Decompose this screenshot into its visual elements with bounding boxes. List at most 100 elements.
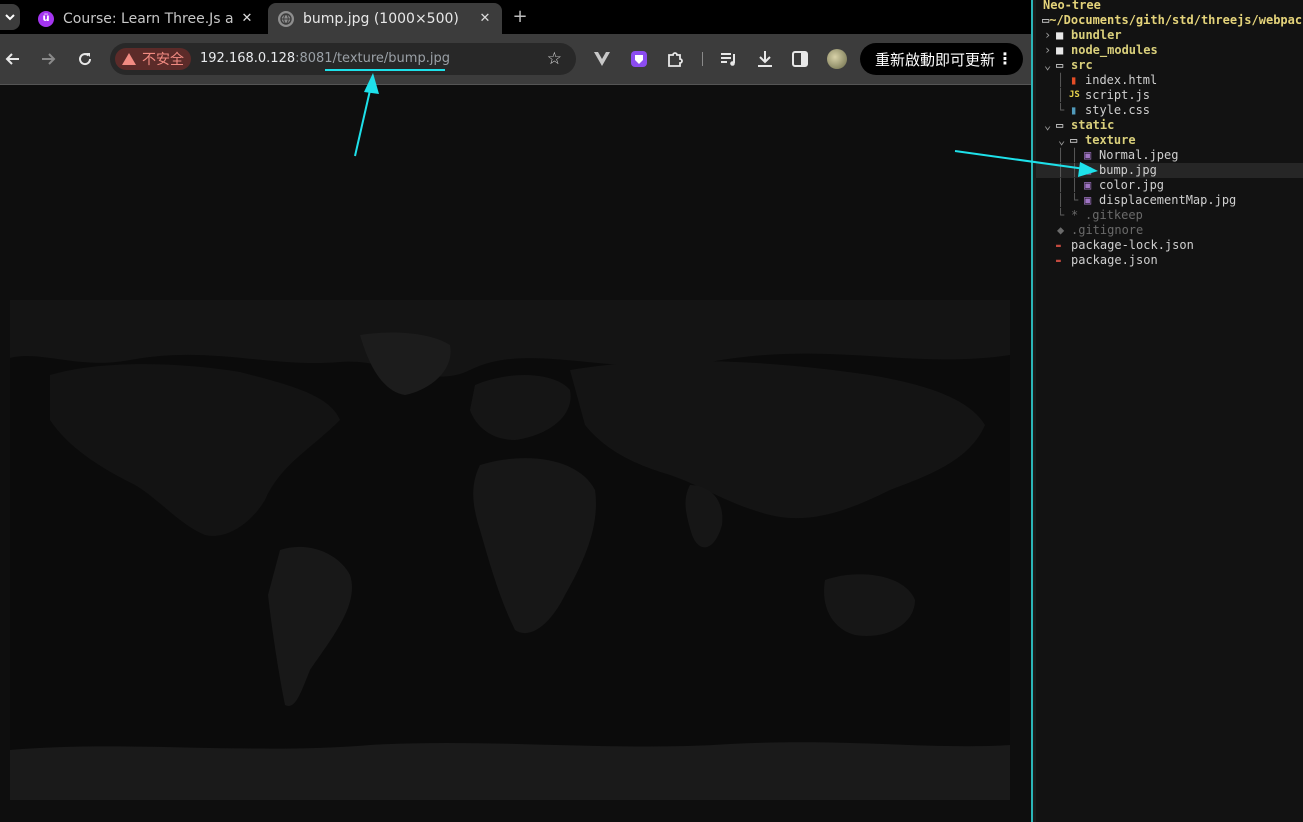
tree-item-displacementmap-jpg[interactable]: │ └ ▣ displacementMap.jpg xyxy=(1036,193,1303,208)
tree-item-label: bump.jpg xyxy=(1099,163,1157,177)
json-file-icon: ▬ xyxy=(1056,241,1061,250)
browser-toolbar: 不安全 192.168.0.128:8081/texture/bump.jpg … xyxy=(0,34,1031,85)
update-restart-label: 重新啟動即可更新 xyxy=(875,50,996,69)
git-icon: ◆ xyxy=(1057,223,1065,237)
image-file-icon: ▣ xyxy=(1084,193,1092,207)
globe-favicon-icon xyxy=(278,10,294,27)
bump-map-image xyxy=(10,300,1010,800)
shield-extension-icon[interactable] xyxy=(629,49,649,69)
json-file-icon: ▬ xyxy=(1056,256,1061,265)
browser-window: ü Course: Learn Three.Js a ✕ bump.jpg (1… xyxy=(0,0,1031,822)
not-secure-label: 不安全 xyxy=(142,52,184,68)
tree-item-label: bundler xyxy=(1071,28,1122,42)
update-restart-button[interactable]: 重新啟動即可更新 ⋮ xyxy=(860,43,1023,75)
tab-course[interactable]: ü Course: Learn Three.Js a ✕ xyxy=(28,3,264,34)
tree-item-style-css[interactable]: └ ▮ style.css xyxy=(1036,103,1303,118)
tree-item-node-modules[interactable]: › ■ node_modules xyxy=(1036,43,1303,58)
chevron-down-icon: ⌄ xyxy=(1058,133,1066,147)
tree-item-bundler[interactable]: › ■ bundler xyxy=(1036,28,1303,43)
tree-guide: │ xyxy=(1057,148,1065,162)
puzzle-extensions-icon[interactable] xyxy=(665,49,685,69)
folder-icon: ■ xyxy=(1056,43,1064,57)
tab-strip: ü Course: Learn Three.Js a ✕ bump.jpg (1… xyxy=(0,0,1031,34)
tree-guide: │ xyxy=(1057,178,1065,192)
neo-tree-panel: Neo-tree ▭~/Documents/gith/std/threejs/w… xyxy=(1036,0,1303,822)
tree-item-package-json[interactable]: ▬ package.json xyxy=(1036,253,1303,268)
forward-icon[interactable] xyxy=(38,49,58,69)
new-tab-button[interactable]: + xyxy=(510,6,530,28)
url-text[interactable]: 192.168.0.128:8081/texture/bump.jpg xyxy=(200,51,450,66)
tree-item-label: color.jpg xyxy=(1099,178,1165,192)
tree-item-script-js[interactable]: │ JS script.js xyxy=(1036,88,1303,103)
tree-item-bump-jpg[interactable]: │ │ ▣ bump.jpg xyxy=(1036,163,1303,178)
chevron-right-icon: › xyxy=(1044,28,1052,42)
tree-item-index-html[interactable]: │ ▮ index.html xyxy=(1036,73,1303,88)
tree-item-label: style.css xyxy=(1085,103,1151,117)
back-icon[interactable] xyxy=(3,49,23,69)
neo-tree-root[interactable]: ▭~/Documents/gith/std/threejs/webpack xyxy=(1042,13,1303,28)
udemy-favicon-icon: ü xyxy=(38,10,54,27)
tree-item-label: texture xyxy=(1085,133,1136,147)
vue-devtools-icon[interactable] xyxy=(592,49,612,69)
tree-item-label: node_modules xyxy=(1071,43,1158,57)
star-icon[interactable]: ☆ xyxy=(547,49,562,69)
tree-guide: │ xyxy=(1057,193,1065,207)
side-panel-icon[interactable] xyxy=(790,49,810,69)
not-secure-chip[interactable]: 不安全 xyxy=(115,48,191,70)
image-file-icon: ▣ xyxy=(1084,148,1092,162)
url-path: :8081/texture/bump.jpg xyxy=(295,51,450,66)
folder-icon: ■ xyxy=(1056,28,1064,42)
more-menu-icon[interactable]: ⋮ xyxy=(997,49,1013,68)
tree-item-package-lock-json[interactable]: ▬ package-lock.json xyxy=(1036,238,1303,253)
tree-item-texture[interactable]: ⌄ ▭ texture xyxy=(1036,133,1303,148)
asterisk-icon: * xyxy=(1071,208,1079,222)
tree-guide: └ xyxy=(1057,208,1065,222)
open-folder-icon: ▭ xyxy=(1056,58,1064,72)
tree-item-label: src xyxy=(1071,58,1093,72)
tree-item-label: .gitkeep xyxy=(1085,208,1143,222)
tree-item-gitkeep[interactable]: └ * .gitkeep xyxy=(1036,208,1303,223)
image-file-icon: ▣ xyxy=(1084,163,1092,177)
media-controls-icon[interactable] xyxy=(719,49,739,69)
url-host: 192.168.0.128 xyxy=(200,51,296,66)
tree-guide: │ xyxy=(1057,88,1065,102)
tree-item-label: Normal.jpeg xyxy=(1099,148,1179,162)
tab-title: Course: Learn Three.Js a xyxy=(63,10,234,27)
image-file-icon: ▣ xyxy=(1084,178,1092,192)
tree-guide: │ xyxy=(1071,148,1079,162)
open-folder-icon: ▭ xyxy=(1070,133,1078,147)
neo-tree-title: Neo-tree xyxy=(1043,0,1101,12)
page-viewport xyxy=(0,85,1031,822)
reload-icon[interactable] xyxy=(75,49,95,69)
css-file-icon: ▮ xyxy=(1070,103,1078,117)
tree-item-color-jpg[interactable]: │ │ ▣ color.jpg xyxy=(1036,178,1303,193)
tree-item-label: script.js xyxy=(1085,88,1151,102)
tree-guide: │ xyxy=(1057,163,1065,177)
tab-close-icon[interactable]: ✕ xyxy=(236,11,258,26)
tree-item-label: static xyxy=(1071,118,1115,132)
tree-guide: └ xyxy=(1057,103,1065,117)
chevron-down-icon: ⌄ xyxy=(1044,118,1052,132)
address-bar[interactable]: 不安全 192.168.0.128:8081/texture/bump.jpg … xyxy=(110,43,576,75)
tab-close-icon[interactable]: ✕ xyxy=(474,11,496,26)
tree-item-label: displacementMap.jpg xyxy=(1099,193,1237,207)
tree-item-static[interactable]: ⌄ ▭ static xyxy=(1036,118,1303,133)
tree-item-normal-jpeg[interactable]: │ │ ▣ Normal.jpeg xyxy=(1036,148,1303,163)
chevron-right-icon: › xyxy=(1044,43,1052,57)
tree-guide: └ xyxy=(1071,193,1079,207)
profile-avatar[interactable] xyxy=(827,49,847,69)
tree-item-label: package.json xyxy=(1071,253,1158,267)
html-file-icon: ▮ xyxy=(1070,73,1078,87)
tab-list-icon[interactable] xyxy=(0,4,20,30)
tree-item-label: .gitignore xyxy=(1071,223,1144,237)
open-folder-icon: ▭ xyxy=(1056,118,1064,132)
warning-icon xyxy=(122,53,136,65)
tab-bump-jpg[interactable]: bump.jpg (1000×500) ✕ xyxy=(268,3,502,34)
root-path: ~/Documents/gith/std/threejs/webpack xyxy=(1049,13,1303,27)
tree-item-gitignore[interactable]: ◆ .gitignore xyxy=(1036,223,1303,238)
tree-item-label: index.html xyxy=(1085,73,1158,87)
tree-item-src[interactable]: ⌄ ▭ src xyxy=(1036,58,1303,73)
tree-guide: │ xyxy=(1071,178,1079,192)
download-icon[interactable] xyxy=(755,49,775,69)
tab-title: bump.jpg (1000×500) xyxy=(303,10,459,27)
